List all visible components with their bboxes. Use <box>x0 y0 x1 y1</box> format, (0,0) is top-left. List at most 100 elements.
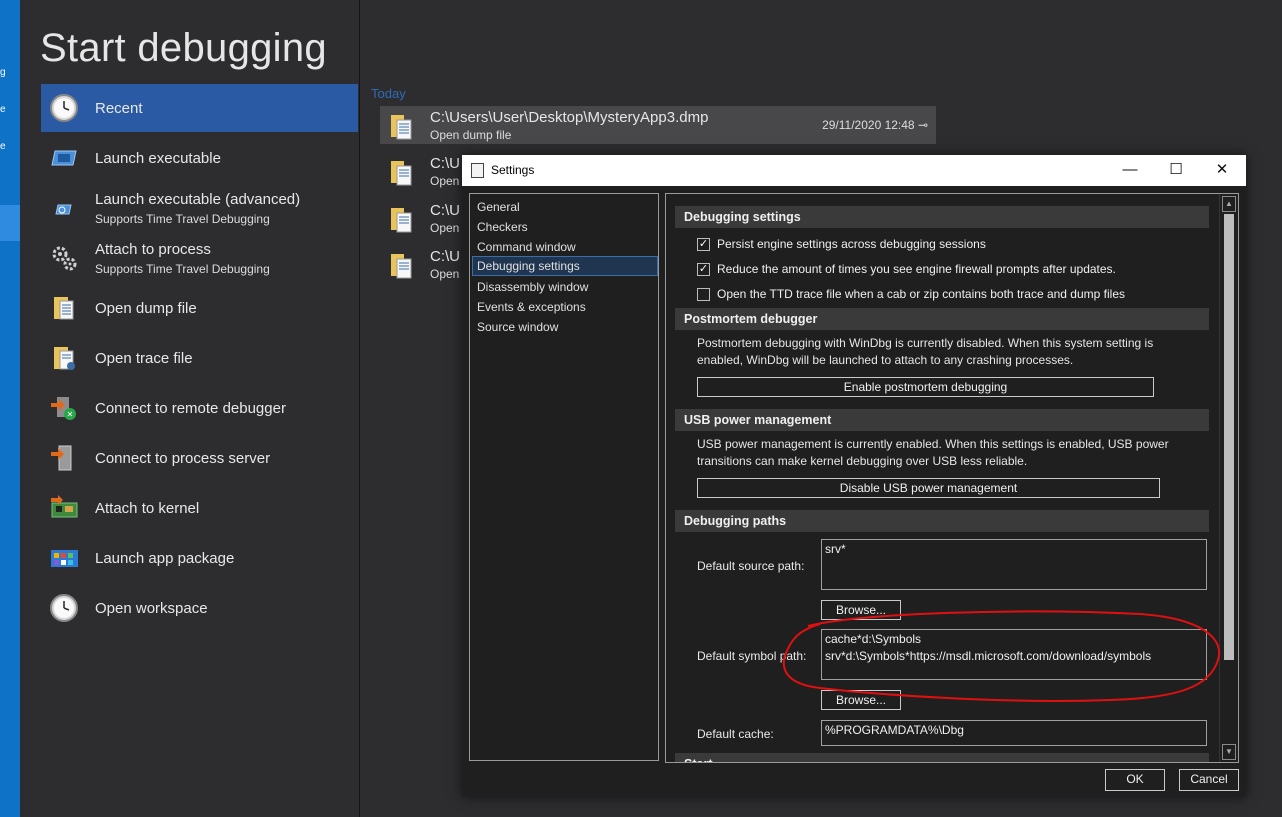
nav-item-source-window[interactable]: Source window <box>472 317 658 337</box>
enable-postmortem-button[interactable]: Enable postmortem debugging <box>697 377 1154 397</box>
maximize-button[interactable]: ☐ <box>1154 158 1198 184</box>
content-scrollbar[interactable]: ▲ ▼ <box>1219 194 1238 762</box>
checkbox-label: Reduce the amount of times you see engin… <box>717 262 1116 276</box>
postmortem-description: Postmortem debugging with WinDbg is curr… <box>697 336 1154 367</box>
dump-file-icon <box>391 161 412 186</box>
dialog-title: Settings <box>491 163 535 177</box>
menu-label: Open workspace <box>95 600 208 617</box>
nav-item-checkers[interactable]: Checkers <box>472 217 658 237</box>
ok-button[interactable]: OK <box>1105 769 1165 791</box>
usb-description: USB power management is currently enable… <box>697 437 1169 468</box>
settings-nav: General Checkers Command window Debuggin… <box>469 193 659 761</box>
recent-item[interactable]: C:\Users\User\Desktop\MysteryApp3.dmp Op… <box>380 106 936 144</box>
checkbox-box[interactable]: ✓ <box>697 263 710 276</box>
browse-source-button[interactable]: Browse... <box>821 600 901 620</box>
scroll-thumb[interactable] <box>1224 214 1234 660</box>
recent-path: C:\U <box>430 155 460 172</box>
app-package-icon <box>51 550 78 567</box>
edge-text: e <box>0 104 6 115</box>
menu-item-launch-app-package[interactable]: Launch app package <box>41 534 358 582</box>
recent-sub: Open <box>430 174 460 188</box>
checkbox-label: Open the TTD trace file when a cab or zi… <box>717 287 1125 301</box>
menu-item-launch-executable[interactable]: Launch executable <box>41 134 358 182</box>
recent-sub: Open <box>430 221 460 235</box>
settings-window-icon <box>471 163 484 178</box>
recent-path: C:\U <box>430 202 460 219</box>
menu-label: Launch executable (advanced) <box>95 191 301 208</box>
disable-usb-power-button[interactable]: Disable USB power management <box>697 478 1160 498</box>
recent-sub: Open dump file <box>430 128 512 142</box>
menu-item-open-workspace[interactable]: Open workspace <box>41 584 358 632</box>
launch-advanced-icon <box>55 204 72 215</box>
cancel-button[interactable]: Cancel <box>1179 769 1239 791</box>
windbg-start-page: g e e Start debugging Recent Launch exec… <box>0 0 1282 817</box>
menu-item-connect-remote-debugger[interactable]: ✕ Connect to remote debugger <box>41 384 358 432</box>
background-window-edge: g e e <box>0 0 20 817</box>
cache-label: Default cache: <box>697 727 774 741</box>
checkbox-box[interactable] <box>697 288 710 301</box>
menu-label: Connect to process server <box>95 450 271 467</box>
recent-date: 29/11/2020 12:48 ⊸ <box>822 118 928 132</box>
trace-file-icon <box>54 347 75 370</box>
recent-path: C:\U <box>430 248 460 265</box>
menu-label: Attach to process <box>95 241 211 258</box>
scroll-down-icon[interactable]: ▼ <box>1222 744 1236 760</box>
cache-input[interactable]: %PROGRAMDATA%\Dbg <box>821 720 1207 746</box>
menu-item-connect-process-server[interactable]: Connect to process server <box>41 434 358 482</box>
section-header-partial: Start <box>675 753 1209 762</box>
edge-text: g <box>0 67 6 78</box>
minimize-button[interactable]: — <box>1108 158 1152 184</box>
menu-item-attach-to-kernel[interactable]: Attach to kernel <box>41 484 358 532</box>
checkbox-box[interactable]: ✓ <box>697 238 710 251</box>
gears-icon <box>52 246 77 271</box>
section-header-debugging-settings: Debugging settings <box>675 206 1209 228</box>
menu-label: Attach to kernel <box>95 500 200 517</box>
dump-file-icon <box>391 115 412 140</box>
nav-item-disassembly-window[interactable]: Disassembly window <box>472 277 658 297</box>
menu-label: Launch executable <box>95 150 221 167</box>
nav-item-general[interactable]: General <box>472 197 658 217</box>
menu-item-open-trace-file[interactable]: Open trace file <box>41 334 358 382</box>
menu-label: Recent <box>95 100 143 117</box>
section-header-debugging-paths: Debugging paths <box>675 510 1209 532</box>
section-header-postmortem: Postmortem debugger <box>675 308 1209 330</box>
recent-group-label: Today <box>371 86 406 101</box>
menu-label: Open trace file <box>95 350 193 367</box>
scroll-up-icon[interactable]: ▲ <box>1222 196 1236 212</box>
source-path-input[interactable]: srv* <box>821 539 1207 590</box>
kernel-icon <box>51 495 78 518</box>
dump-file-icon <box>391 208 412 233</box>
section-header-usb-power: USB power management <box>675 409 1209 431</box>
edge-text: e <box>0 141 6 152</box>
menu-item-open-dump-file[interactable]: Open dump file <box>41 284 358 332</box>
nav-item-command-window[interactable]: Command window <box>472 237 658 257</box>
process-server-icon <box>51 445 72 471</box>
symbol-path-input[interactable]: cache*d:\Symbols srv*d:\Symbols*https://… <box>821 629 1207 680</box>
menu-item-recent[interactable]: Recent <box>41 84 358 132</box>
close-button[interactable]: ✕ <box>1200 158 1244 184</box>
menu-sublabel: Supports Time Travel Debugging <box>95 212 270 226</box>
menu-label: Launch app package <box>95 550 235 567</box>
menu-label: Open dump file <box>95 300 197 317</box>
settings-dialog: Settings — ☐ ✕ General Checkers Command … <box>462 155 1246 797</box>
dialog-titlebar[interactable]: Settings — ☐ ✕ <box>462 155 1246 186</box>
nav-item-events-exceptions[interactable]: Events & exceptions <box>472 297 658 317</box>
settings-content: Debugging settings ✓ Persist engine sett… <box>665 193 1239 763</box>
workspace-clock-icon <box>50 594 78 622</box>
source-path-label: Default source path: <box>697 559 805 573</box>
recent-path: C:\Users\User\Desktop\MysteryApp3.dmp <box>430 109 709 126</box>
menu-sublabel: Supports Time Travel Debugging <box>95 262 270 276</box>
svg-text:✕: ✕ <box>67 410 74 419</box>
remote-debugger-icon: ✕ <box>51 397 76 420</box>
nav-item-debugging-settings[interactable]: Debugging settings <box>472 256 658 276</box>
checkbox-label: Persist engine settings across debugging… <box>717 237 986 251</box>
recent-sub: Open <box>430 267 460 281</box>
dump-file-icon <box>54 297 74 320</box>
browse-symbol-button[interactable]: Browse... <box>821 690 901 710</box>
clock-icon <box>50 94 78 122</box>
edge-selection <box>0 205 20 241</box>
menu-label: Connect to remote debugger <box>95 400 286 417</box>
symbol-path-label: Default symbol path: <box>697 649 807 663</box>
menu-item-attach-to-process[interactable]: Attach to process Supports Time Travel D… <box>41 234 358 282</box>
menu-item-launch-executable-advanced[interactable]: Launch executable (advanced) Supports Ti… <box>41 184 358 232</box>
